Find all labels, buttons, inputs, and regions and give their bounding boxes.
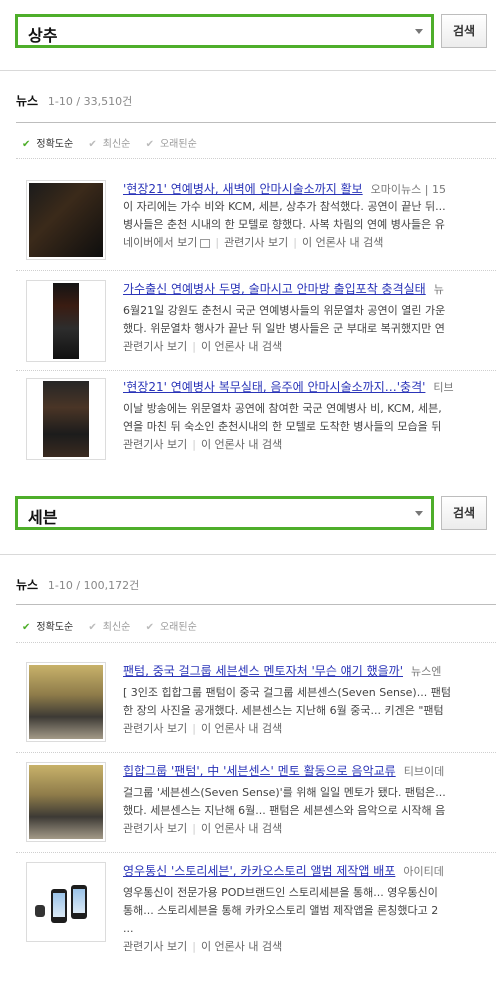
news-section-header: 뉴스 1-10 / 100,172건 — [16, 576, 139, 593]
divider — [16, 642, 496, 643]
search-button[interactable]: 검색 — [441, 496, 487, 530]
press-search-link[interactable]: 이 언론사 내 검색 — [201, 438, 282, 451]
news-thumbnail[interactable] — [26, 862, 106, 942]
press-search-link[interactable]: 이 언론사 내 검색 — [201, 340, 282, 353]
related-articles-link[interactable]: 관련기사 보기 — [123, 940, 187, 953]
divider — [16, 122, 496, 123]
news-snippet: 했다. 세븐센스는 지난해 6월... 팬텀은 세븐센스와 음악으로 시작해 음 — [123, 804, 446, 817]
news-snippet: 6월21일 강원도 춘천시 국군 연예병사들의 위문열차 공연이 열린 가운 — [123, 304, 446, 317]
news-body: '현장21' 연예병사 복무실태, 음주에 안마시술소까지…'충격' 티브 이날 … — [123, 378, 496, 454]
check-icon: ✔ — [88, 139, 97, 150]
divider — [16, 270, 496, 271]
thumbnail-image — [53, 283, 79, 359]
news-title-link[interactable]: 팬텀, 중국 걸그룹 세븐센스 멘토자처 '무슨 얘기 했을까' — [123, 664, 403, 678]
news-thumbnail[interactable] — [26, 378, 106, 460]
divider — [0, 70, 496, 71]
news-source: 오마이뉴스 | 15 — [370, 183, 446, 196]
news-snippet: 걸그룹 '세븐센스(Seven Sense)'를 위해 일일 멘토가 됐다. 팬… — [123, 786, 446, 799]
sort-oldest[interactable]: ✔ 오래된순 — [146, 139, 203, 150]
new-window-icon — [200, 238, 211, 248]
related-articles-link[interactable]: 관련기사 보기 — [123, 722, 187, 735]
check-icon: ✔ — [88, 622, 97, 633]
sort-latest[interactable]: ✔ 최신순 — [88, 139, 136, 150]
press-search-link[interactable]: 이 언론사 내 검색 — [302, 236, 383, 249]
news-thumbnail[interactable] — [26, 180, 106, 260]
press-search-link[interactable]: 이 언론사 내 검색 — [201, 822, 282, 835]
device-image — [35, 905, 45, 917]
news-section-header: 뉴스 1-10 / 33,510건 — [16, 92, 132, 109]
news-title-link[interactable]: 영우통신 '스토리세븐', 카카오스토리 앨범 제작앱 배포 — [123, 864, 395, 878]
news-snippet: 통해... 스토리세븐을 통해 카카오스토리 앨범 제작앱을 론칭했다고 2 — [123, 904, 439, 917]
news-body: 영우통신 '스토리세븐', 카카오스토리 앨범 제작앱 배포 아이티데 영우통신이… — [123, 862, 496, 956]
result-count: 1-10 / 100,172건 — [47, 579, 140, 592]
press-search-link[interactable]: 이 언론사 내 검색 — [201, 940, 282, 953]
divider — [16, 752, 496, 753]
phone-image — [51, 889, 67, 923]
news-thumbnail[interactable] — [26, 280, 106, 362]
search-button[interactable]: 검색 — [441, 14, 487, 48]
dropdown-arrow-icon[interactable] — [415, 511, 423, 516]
divider — [0, 554, 496, 555]
result-count: 1-10 / 33,510건 — [47, 95, 133, 108]
news-source: 아이티데 — [403, 865, 444, 878]
divider — [16, 370, 496, 371]
thumbnail-image — [29, 865, 103, 939]
news-thumbnail[interactable] — [26, 762, 106, 842]
check-icon: ✔ — [22, 622, 31, 633]
sort-oldest[interactable]: ✔ 오래된순 — [146, 622, 203, 633]
news-snippet: ... — [123, 922, 134, 935]
check-icon: ✔ — [22, 139, 31, 150]
thumbnail-image — [43, 381, 89, 457]
divider — [16, 604, 496, 605]
phone-image — [71, 885, 87, 919]
thumbnail-image — [29, 765, 103, 839]
section-title: 뉴스 — [16, 94, 39, 108]
sort-accuracy[interactable]: ✔ 정확도순 — [22, 622, 79, 633]
news-title-link[interactable]: 가수출신 연예병사 두명, 술마시고 안마방 출입포착 충격실태 — [123, 282, 426, 296]
related-articles-link[interactable]: 관련기사 보기 — [123, 340, 187, 353]
related-articles-link[interactable]: 관련기사 보기 — [224, 236, 288, 249]
news-snippet: 병사들은 춘천 시내의 한 모텔로 향했다. 사복 차림의 연예 병사들은 유 — [123, 218, 445, 231]
related-articles-link[interactable]: 관련기사 보기 — [123, 438, 187, 451]
section-title: 뉴스 — [16, 578, 39, 592]
news-snippet: 연을 마친 뒤 숙소인 춘천시내의 한 모텔로 도착한 병사들의 모습을 뒤 — [123, 420, 442, 433]
news-title-link[interactable]: 힙합그룹 '팬텀', 中 '세븐센스' 멘토 활동으로 음악교류 — [123, 764, 396, 778]
news-title-link[interactable]: '현장21' 연예병사, 새벽에 안마시술소까지 활보 — [123, 182, 363, 196]
news-thumbnail[interactable] — [26, 662, 106, 742]
sort-accuracy[interactable]: ✔ 정확도순 — [22, 139, 79, 150]
news-snippet: [ 3인조 힙합그룹 팬텀이 중국 걸그룹 세븐센스(Seven Sense).… — [123, 686, 451, 699]
thumbnail-image — [29, 183, 103, 257]
news-snippet: 영우통신이 전문가용 POD브랜드인 스토리세븐을 통해... 영우통신이 — [123, 886, 438, 899]
search-input[interactable]: 세븐 — [15, 496, 434, 530]
news-source: 뉴스엔 — [411, 665, 442, 678]
news-snippet: 이날 방송에는 위문열차 공연에 참여한 국군 연예병사 비, KCM, 세븐, — [123, 402, 442, 415]
news-snippet: 한 장의 사진을 공개했다. 세븐센스는 지난해 6월 중국... 키겐은 "팬… — [123, 704, 444, 717]
news-snippet: 했다. 위문열차 행사가 끝난 뒤 일반 병사들은 군 부대로 복귀했지만 연 — [123, 322, 445, 335]
check-icon: ✔ — [145, 622, 154, 633]
news-body: 가수출신 연예병사 두명, 술마시고 안마방 출입포착 충격실태 뉴 6월21일 … — [123, 280, 496, 356]
divider — [16, 158, 496, 159]
news-source: 티브 — [433, 381, 454, 394]
search-query: 세븐 — [28, 508, 58, 527]
search-input[interactable]: 상추 — [15, 14, 434, 48]
news-source: 뉴 — [433, 283, 444, 296]
news-source: 티브이데 — [403, 765, 445, 778]
press-search-link[interactable]: 이 언론사 내 검색 — [201, 722, 282, 735]
related-articles-link[interactable]: 관련기사 보기 — [123, 822, 187, 835]
naver-view-link[interactable]: 네이버에서 보기 — [123, 236, 211, 249]
sort-latest[interactable]: ✔ 최신순 — [88, 622, 136, 633]
divider — [16, 852, 496, 853]
check-icon: ✔ — [145, 139, 154, 150]
dropdown-arrow-icon[interactable] — [415, 29, 423, 34]
news-body: 힙합그룹 '팬텀', 中 '세븐센스' 멘토 활동으로 음악교류 티브이데 걸그룹… — [123, 762, 496, 838]
thumbnail-image — [29, 665, 103, 739]
sort-options: ✔ 정확도순 ✔ 최신순 ✔ 오래된순 — [22, 618, 209, 633]
search-query: 상추 — [28, 26, 58, 45]
news-title-link[interactable]: '현장21' 연예병사 복무실태, 음주에 안마시술소까지…'충격' — [123, 380, 425, 394]
news-body: '현장21' 연예병사, 새벽에 안마시술소까지 활보 오마이뉴스 | 15 이 … — [123, 180, 496, 252]
sort-options: ✔ 정확도순 ✔ 최신순 ✔ 오래된순 — [22, 135, 209, 150]
news-snippet: 이 자리에는 가수 비와 KCM, 세븐, 상추가 참석했다. 공연이 끝난 뒤… — [123, 200, 446, 213]
news-body: 팬텀, 중국 걸그룹 세븐센스 멘토자처 '무슨 얘기 했을까' 뉴스엔 [ 3인… — [123, 662, 496, 738]
